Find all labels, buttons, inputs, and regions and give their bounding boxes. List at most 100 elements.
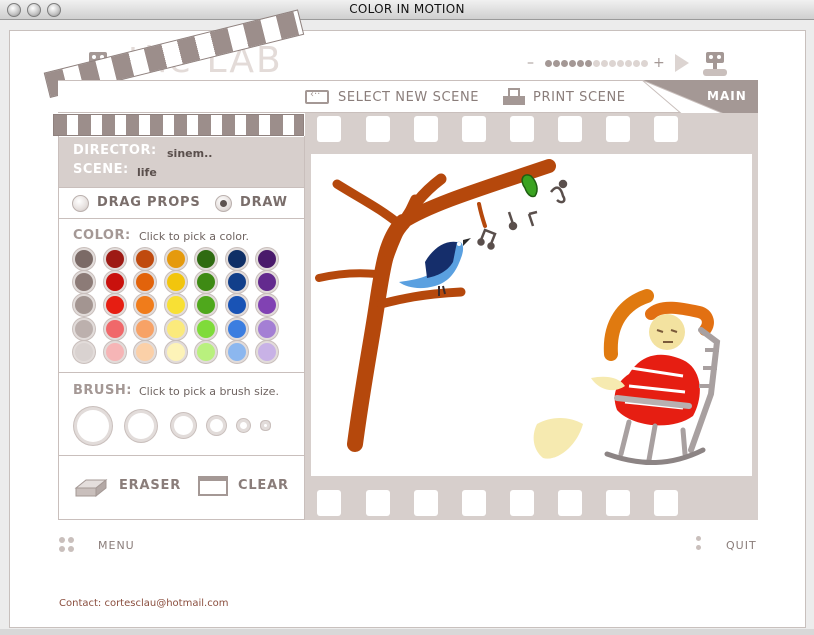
color-swatch[interactable] [258,319,276,338]
divider [59,218,304,219]
film-hole [558,490,582,516]
scene-value: life [137,166,157,179]
brush-size-sm[interactable] [210,419,223,432]
eraser-button[interactable]: ERASER [119,478,181,493]
contact-text: Contact: cortesclau@hotmail.com [59,598,229,609]
print-scene-button[interactable]: PRINT SCENE [533,90,626,105]
film-hole [606,490,630,516]
brush-size-xl[interactable] [77,410,109,442]
film-hole [366,116,390,142]
color-title: COLOR: [73,228,131,243]
select-new-scene-button[interactable]: SELECT NEW SCENE [338,90,479,105]
color-swatch[interactable] [227,296,246,315]
film-hole [317,116,341,142]
main-button[interactable]: MAIN [707,89,747,103]
quit-link[interactable]: QUIT [726,539,757,552]
color-swatch[interactable] [105,342,124,361]
back-arrow-icon[interactable]: ‹·· [305,89,329,104]
volume-down-button[interactable]: – [527,55,534,71]
volume-dot[interactable] [569,60,576,67]
color-swatch[interactable] [227,319,246,338]
color-swatch[interactable] [197,250,215,268]
color-swatch[interactable] [75,342,93,361]
color-hint: Click to pick a color. [139,230,250,243]
volume-dot[interactable] [585,60,592,67]
volume-dot[interactable] [625,60,632,67]
color-swatch[interactable] [227,342,246,361]
clear-icon[interactable] [198,476,228,496]
color-swatch[interactable] [136,250,154,268]
director-value: sinem.. [167,147,213,160]
draw-label[interactable]: DRAW [240,195,288,210]
volume-dot[interactable] [553,60,560,67]
bluebird-drawing [399,238,471,296]
color-swatch[interactable] [166,296,185,315]
brush-size-xxs[interactable] [264,424,267,427]
color-swatch[interactable] [136,319,154,338]
volume-up-button[interactable]: + [653,55,665,71]
color-swatch[interactable] [166,250,185,268]
color-swatch[interactable] [258,342,276,361]
color-swatch[interactable] [105,296,124,315]
volume-dot[interactable] [545,60,552,67]
color-swatch[interactable] [227,273,246,292]
play-icon[interactable] [675,54,689,72]
film-hole [606,116,630,142]
film-hole [317,490,341,516]
color-swatch[interactable] [75,250,93,268]
window-titlebar: COLOR IN MOTION [0,0,814,20]
volume-dot[interactable] [633,60,640,67]
brush-size-md[interactable] [174,416,193,435]
eraser-icon[interactable] [74,476,108,498]
tree-drawing [315,159,556,452]
window-title: COLOR IN MOTION [349,2,465,16]
volume-dot[interactable] [601,60,608,67]
color-swatch[interactable] [258,250,276,268]
color-swatch[interactable] [166,273,185,292]
menu-link[interactable]: MENU [98,539,135,552]
film-hole [654,116,678,142]
color-swatch[interactable] [105,273,124,292]
volume-dot[interactable] [593,60,600,67]
color-swatch[interactable] [197,319,215,338]
color-swatch[interactable] [166,342,185,361]
divider [59,455,304,456]
robot-right-icon [703,52,727,80]
director-label: DIRECTOR: [73,143,157,158]
scene-label: SCENE: [73,162,129,177]
quit-icon[interactable] [696,536,702,552]
film-hole [654,490,678,516]
clear-button[interactable]: CLEAR [238,478,289,493]
film-hole [414,116,438,142]
clapperboard-icon [53,114,304,136]
divider [59,372,304,373]
color-swatch[interactable] [136,342,154,361]
window-bottom-edge [0,629,814,635]
brush-size-xs[interactable] [240,422,247,429]
color-swatch[interactable] [166,319,185,338]
drag-props-radio[interactable] [72,195,89,212]
drawing-canvas[interactable] [311,154,752,476]
volume-dot[interactable] [609,60,616,67]
color-swatch[interactable] [227,250,246,268]
volume-dot[interactable] [641,60,648,67]
color-swatch[interactable] [197,342,215,361]
color-swatch[interactable] [105,250,124,268]
leaf-drawing [521,174,538,198]
volume-dot[interactable] [577,60,584,67]
rocking-chair-drawing [533,289,721,466]
color-swatch[interactable] [75,319,93,338]
draw-radio[interactable] [215,195,232,212]
brush-size-lg[interactable] [128,413,154,439]
menu-icon[interactable] [59,537,75,553]
color-swatch[interactable] [105,319,124,338]
brush-title: BRUSH: [73,383,132,398]
film-hole [414,490,438,516]
volume-dot[interactable] [561,60,568,67]
printer-icon[interactable] [503,88,525,106]
divider [59,187,304,188]
film-hole [462,116,486,142]
volume-dot[interactable] [617,60,624,67]
film-hole [558,116,582,142]
drag-props-label[interactable]: DRAG PROPS [97,195,201,210]
